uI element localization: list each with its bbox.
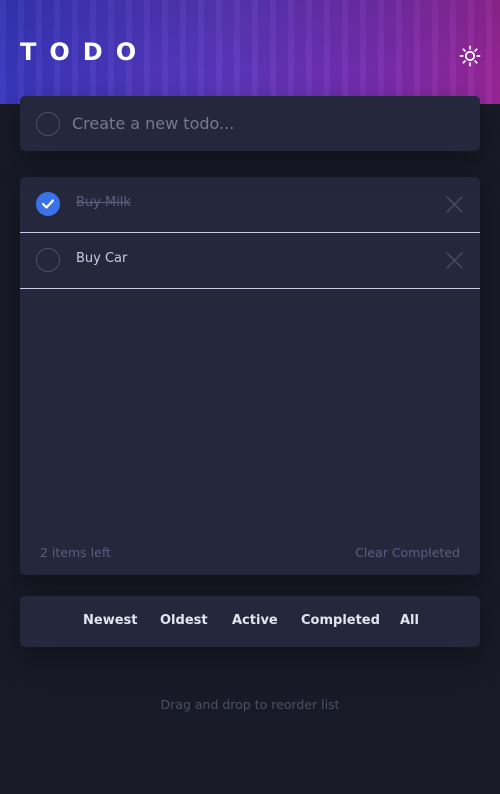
sun-icon[interactable] [459, 45, 481, 67]
todo-item-text: Buy Milk [76, 195, 131, 210]
filter-oldest[interactable]: Oldest [160, 613, 208, 628]
filter-active[interactable]: Active [232, 613, 278, 628]
close-icon[interactable] [446, 252, 463, 269]
filter-newest[interactable]: Newest [83, 613, 137, 628]
todo-item[interactable]: Buy Milk [20, 177, 480, 233]
items-left-count: 2 items left [40, 545, 111, 560]
filter-bar: Newest Oldest Active Completed All [20, 596, 480, 647]
check-circle-icon[interactable] [36, 248, 60, 272]
checked-circle-icon[interactable] [36, 192, 60, 216]
todo-item-text: Buy Car [76, 251, 128, 266]
clear-completed-button[interactable]: Clear Completed [355, 545, 460, 560]
todo-list: Buy Milk Buy Car 2 items left Clear Comp… [20, 177, 480, 575]
filter-all[interactable]: All [400, 613, 419, 628]
reorder-hint: Drag and drop to reorder list [160, 697, 340, 712]
app-title: TODO [20, 38, 150, 66]
close-icon[interactable] [446, 196, 463, 213]
new-todo-input[interactable] [72, 96, 462, 151]
new-todo-check-circle[interactable] [36, 112, 60, 136]
create-todo-card [20, 96, 480, 151]
todo-item[interactable]: Buy Car [20, 233, 480, 289]
filter-completed[interactable]: Completed [301, 613, 380, 628]
